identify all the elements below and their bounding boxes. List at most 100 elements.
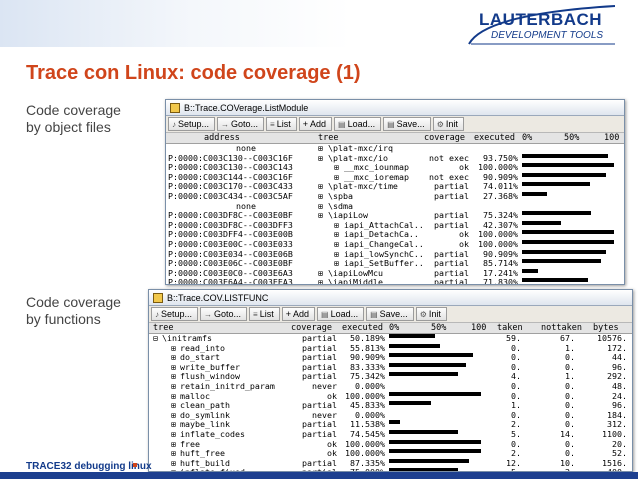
coverage-bar	[389, 401, 432, 406]
toolbar-icon: →	[204, 310, 213, 319]
toolbar-button-1[interactable]: → Goto...	[200, 307, 248, 321]
toolbar-button-2[interactable]: ≡ List	[249, 307, 280, 321]
window-titlebar[interactable]: B::Trace.COV.LISTFUNC	[149, 290, 632, 306]
toolbar-button-label: Init	[428, 309, 441, 319]
toolbar-button-label: Save...	[396, 119, 425, 129]
toolbar-icon: ♪	[172, 120, 176, 129]
app-icon	[153, 293, 163, 303]
coverage-cell: partial	[434, 190, 469, 201]
header-coverage[interactable]: coverage	[424, 133, 465, 144]
coverage-bar	[522, 230, 614, 235]
coverage-bar	[389, 362, 466, 367]
header-50pct: 50%	[431, 323, 447, 333]
function-rows: ⊟ \initramfs partial 50.189% 59. 67. 10576. ⊞ re…	[149, 333, 632, 471]
coverage-bar	[522, 249, 606, 254]
toolbar-button-label: Init	[445, 119, 458, 129]
executed-cell: 71.830%	[483, 277, 518, 285]
toolbar-button-0[interactable]: ♪ Setup...	[151, 307, 199, 321]
coverage-module-window[interactable]: B::Trace.COVerage.ListModule ♪ Setup... → G…	[165, 99, 625, 285]
toolbar-button-2[interactable]: ≡ List	[266, 117, 297, 131]
toolbar-icon: →	[221, 120, 230, 129]
toolbar-button-3[interactable]: + Add	[298, 117, 333, 131]
header-0pct: 0%	[389, 323, 400, 333]
toolbar-button-label: Load...	[330, 309, 359, 319]
coverage-bar	[389, 420, 400, 425]
toolbar-button-1[interactable]: → Goto...	[217, 117, 265, 131]
table-row[interactable]: P:0000:C003C434--C003C5AF ⊞ \spba partial 27…	[166, 190, 624, 202]
coverage-bar	[522, 239, 614, 244]
toolbar-button-label: Load...	[347, 119, 376, 129]
toolbar-icon: ≡	[253, 310, 258, 319]
coverage-bar	[522, 211, 592, 216]
coverage-function-window[interactable]: B::Trace.COV.LISTFUNC ♪ Setup... → Goto... ≡…	[148, 289, 633, 472]
toolbar-icon: ≡	[270, 120, 275, 129]
coverage-bar	[389, 429, 458, 434]
header-50pct: 50%	[564, 133, 580, 143]
toolbar-button-4[interactable]: ▤ Load...	[334, 117, 382, 131]
window-title: B::Trace.COV.LISTFUNC	[167, 293, 269, 303]
coverage-cell: partial	[434, 277, 469, 285]
column-header: address tree coverage executed 0% 50% 10…	[166, 133, 624, 144]
app-icon	[170, 103, 180, 113]
toolbar-icon: ⚙	[419, 310, 427, 319]
toolbar-button-6[interactable]: ⚙ Init	[415, 307, 447, 321]
coverage-bar	[522, 163, 614, 168]
toolbar-icon: ▤	[321, 310, 329, 319]
executed-cell: 27.368%	[483, 190, 518, 201]
table-row[interactable]: ⊞ inflate_codes partial 74.545% 5. 14. 1100.	[149, 429, 632, 440]
coverage-bar	[389, 343, 441, 348]
coverage-bar	[389, 372, 459, 377]
expand-icon[interactable]: ⊞	[318, 211, 323, 221]
slide-title: Trace con Linux: code coverage (1)	[26, 62, 361, 84]
coverage-bar	[522, 172, 606, 177]
toolbar-button-label: + Add	[302, 119, 327, 129]
toolbar-button-label: + Add	[285, 309, 310, 319]
table-row[interactable]: ⊞ read_into partial 55.813% 0. 1. 172.	[149, 343, 632, 354]
address-cell: P:0000:C003C434--C003C5AF	[168, 190, 293, 201]
toolbar-button-5[interactable]: ▤ Save...	[383, 117, 431, 131]
header-100pct: 100	[604, 133, 620, 143]
window-titlebar[interactable]: B::Trace.COVerage.ListModule	[166, 100, 624, 116]
coverage-bar	[522, 153, 609, 158]
toolbar-button-4[interactable]: ▤ Load...	[317, 307, 365, 321]
table-row[interactable]: P:0000:C003E6A4--C003EEA3 ⊞ \iapiMiddle par…	[166, 277, 624, 285]
toolbar-button-label: List	[276, 119, 291, 129]
coverage-bar	[389, 391, 481, 396]
label-functions: Code coverage by functions	[26, 294, 121, 327]
coverage-bar	[522, 182, 591, 187]
coverage-bar	[389, 458, 470, 463]
toolbar-icon: ⚙	[436, 120, 444, 129]
toolbar-icon: ♪	[155, 310, 159, 319]
toolbar-button-3[interactable]: + Add	[281, 307, 316, 321]
footer-bullet	[133, 463, 137, 467]
toolbar-icon: ▤	[338, 120, 346, 129]
coverage-bar	[389, 353, 473, 358]
toolbar-button-label: Goto...	[231, 119, 259, 129]
expand-icon[interactable]: ⊞	[318, 278, 323, 284]
toolbar-button-5[interactable]: ▤ Save...	[366, 307, 414, 321]
expand-icon[interactable]: ⊟	[153, 333, 158, 344]
address-cell: P:0000:C003E6A4--C003EEA3	[168, 277, 293, 285]
expand-icon[interactable]: ⊞	[318, 153, 323, 164]
coverage-bar	[389, 449, 481, 454]
toolbar-button-label: Goto...	[214, 309, 242, 319]
module-rows: none ⊞ \plat-mxc/irq P:0000:C003C130--C003C…	[166, 143, 624, 285]
coverage-bar	[522, 278, 589, 283]
toolbar-button-6[interactable]: ⚙ Init	[432, 117, 464, 131]
toolbar-button-label: Save...	[379, 309, 408, 319]
toolbar: ♪ Setup... → Goto... ≡ List + Add ▤ Load... ▤ Save…	[166, 116, 624, 133]
header-address[interactable]: address	[204, 133, 240, 144]
table-row[interactable]: ⊞ retain_initrd_param never 0.000% 0. 0. 48.	[149, 381, 632, 392]
toolbar-button-0[interactable]: ♪ Setup...	[168, 117, 216, 131]
toolbar: ♪ Setup... → Goto... ≡ List + Add ▤ Load... ▤ Save…	[149, 306, 632, 323]
toolbar-icon: ▤	[370, 310, 378, 319]
toolbar-button-label: Setup...	[178, 119, 210, 129]
coverage-bar	[522, 220, 561, 225]
label-object-files: Code coverage by object files	[26, 102, 121, 135]
coverage-bar	[389, 439, 481, 444]
coverage-bar	[389, 334, 436, 338]
tree-cell: \iapiMiddle	[328, 277, 383, 285]
header-0pct: 0%	[522, 133, 533, 143]
header-executed[interactable]: executed	[474, 133, 515, 144]
footer-bar	[0, 472, 638, 479]
